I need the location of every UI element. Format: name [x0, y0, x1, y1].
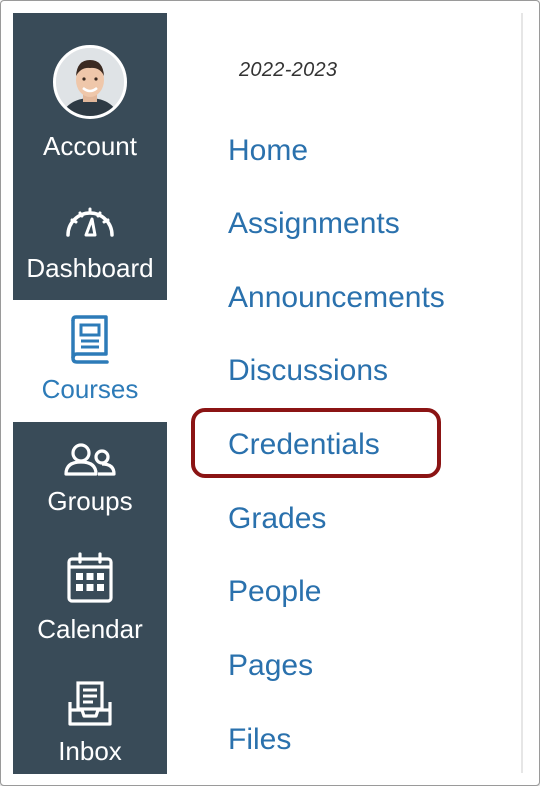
book-icon [71, 315, 109, 364]
global-nav-dashboard[interactable]: Dashboard [13, 201, 167, 283]
inbox-icon [68, 681, 112, 726]
people-icon [64, 443, 116, 476]
course-nav-files[interactable]: Files [228, 722, 291, 758]
groups-label: Groups [47, 486, 133, 516]
calendar-icon [67, 552, 113, 603]
course-nav-announcements[interactable]: Announcements [228, 280, 445, 316]
course-nav-pages[interactable]: Pages [228, 648, 313, 684]
calendar-label: Calendar [37, 614, 143, 644]
course-nav-discussions[interactable]: Discussions [228, 353, 388, 389]
course-nav-grades[interactable]: Grades [228, 501, 326, 537]
global-nav-groups[interactable]: Groups [13, 442, 167, 516]
account-label: Account [43, 131, 137, 161]
avatar-photo [56, 48, 124, 116]
course-nav-home[interactable]: Home [228, 133, 308, 169]
course-nav-assignments[interactable]: Assignments [228, 206, 400, 242]
global-nav-account[interactable]: Account [13, 45, 167, 161]
credentials-highlight-box [191, 408, 441, 478]
global-nav-courses[interactable]: Courses [13, 314, 167, 404]
content-divider [521, 13, 523, 773]
dashboard-label: Dashboard [26, 253, 154, 283]
speedometer-icon [66, 207, 114, 237]
course-nav-people[interactable]: People [228, 574, 321, 610]
canvas-window: Account Dashboard Courses Groups Calenda… [0, 0, 540, 786]
avatar [53, 45, 127, 119]
global-nav-calendar[interactable]: Calendar [13, 552, 167, 644]
inbox-label: Inbox [58, 736, 122, 766]
courses-label: Courses [41, 374, 139, 404]
term-label: 2022-2023 [239, 59, 338, 81]
global-nav-inbox[interactable]: Inbox [13, 680, 167, 766]
